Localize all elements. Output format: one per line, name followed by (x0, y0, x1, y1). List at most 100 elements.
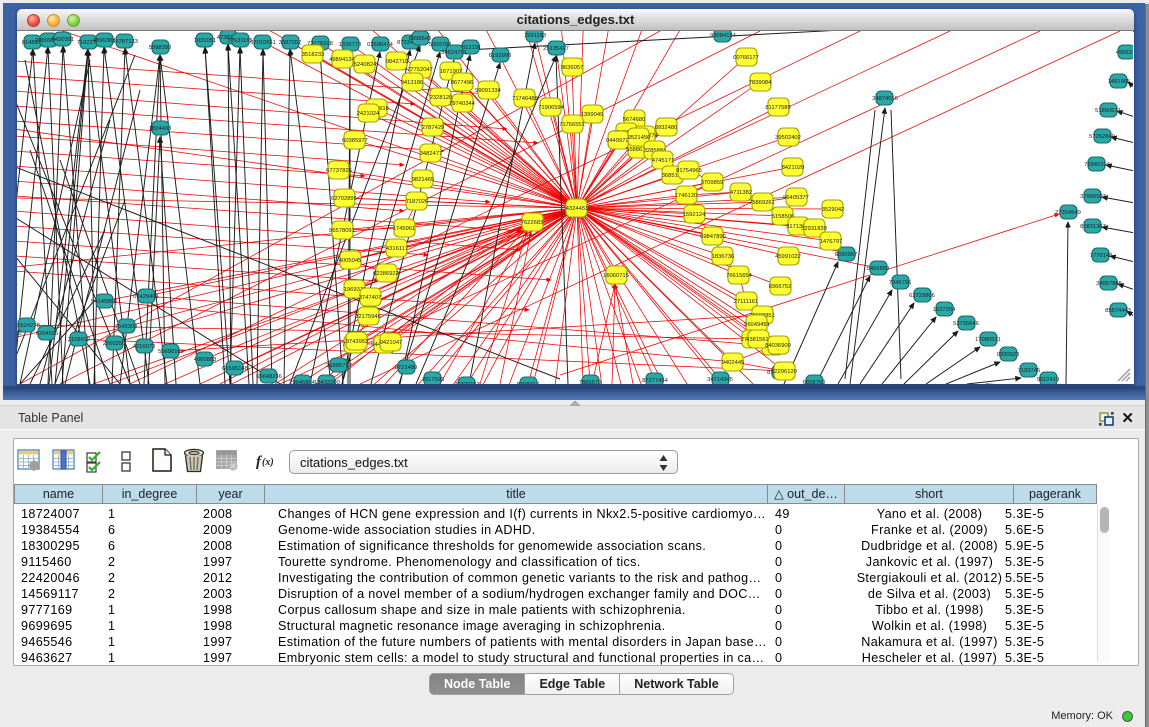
svg-text:86578091: 86578091 (329, 228, 355, 234)
svg-text:5430391: 5430391 (52, 37, 75, 43)
svg-text:7543303: 7543303 (115, 324, 138, 330)
svg-text:17080531: 17080531 (975, 337, 1001, 343)
svg-text:87277434: 87277434 (642, 378, 669, 384)
svg-text:8721489: 8721489 (395, 365, 418, 371)
svg-text:1836736: 1836736 (712, 254, 735, 260)
svg-text:76320163: 76320163 (454, 382, 480, 384)
svg-text:56049451: 56049451 (744, 322, 770, 328)
svg-text:8677496: 8677496 (451, 80, 474, 86)
svg-text:81754965: 81754965 (676, 168, 702, 174)
svg-text:8421020: 8421020 (782, 165, 805, 171)
svg-text:45991022: 45991022 (775, 254, 801, 260)
svg-text:81177589: 81177589 (765, 105, 790, 111)
svg-text:1746120: 1746120 (675, 193, 698, 199)
svg-text:3747407: 3747407 (359, 295, 382, 301)
svg-text:69847896: 69847896 (700, 234, 726, 240)
svg-text:32931839: 32931839 (801, 226, 827, 232)
svg-text:6193990: 6193990 (489, 53, 512, 59)
svg-text:2421024: 2421024 (357, 111, 380, 117)
svg-text:1399049: 1399049 (581, 112, 604, 118)
svg-text:4966319: 4966319 (1116, 50, 1133, 56)
svg-text:7187026: 7187026 (406, 199, 429, 205)
svg-text:7193745: 7193745 (1018, 368, 1041, 374)
svg-text:4745171: 4745171 (652, 158, 675, 164)
svg-text:34624751: 34624751 (441, 50, 467, 56)
svg-text:6204505: 6204505 (36, 331, 59, 337)
svg-text:65648236: 65648236 (256, 374, 282, 380)
svg-text:84036900: 84036900 (765, 343, 791, 349)
svg-text:9821465: 9821465 (412, 177, 435, 183)
svg-text:1824493: 1824493 (149, 126, 172, 132)
svg-text:00766177: 00766177 (733, 55, 759, 61)
svg-text:0842710: 0842710 (386, 59, 409, 65)
svg-text:57262849: 57262849 (1089, 134, 1115, 140)
svg-text:1476797: 1476797 (820, 239, 843, 245)
svg-text:34874016: 34874016 (872, 96, 898, 102)
svg-text:80831367: 80831367 (1080, 224, 1106, 230)
svg-text:62729806: 62729806 (909, 293, 935, 299)
svg-text:60385977: 60385977 (342, 138, 368, 144)
svg-text:4711382: 4711382 (730, 190, 752, 196)
svg-text:76615654: 76615654 (726, 273, 753, 279)
svg-text:34714345: 34714345 (707, 377, 733, 383)
svg-text:2787429: 2787429 (422, 125, 445, 131)
svg-text:02606474: 02606474 (367, 42, 394, 48)
svg-text:7889579: 7889579 (579, 380, 602, 384)
svg-text:02296120: 02296120 (771, 369, 797, 375)
svg-text:62386922: 62386922 (373, 271, 399, 277)
svg-text:96405377: 96405377 (783, 195, 809, 201)
svg-text:49894134: 49894134 (329, 57, 356, 63)
svg-text:5674680: 5674680 (623, 117, 646, 123)
svg-text:27111161: 27111161 (734, 299, 759, 305)
svg-text:3709859: 3709859 (701, 180, 724, 186)
svg-text:9413186: 9413186 (401, 80, 424, 86)
svg-text:7917693: 7917693 (422, 377, 445, 383)
svg-text:3482477: 3482477 (420, 151, 443, 157)
svg-text:5098393: 5098393 (149, 45, 172, 51)
svg-text:9636057: 9636057 (561, 65, 584, 71)
svg-text:37996507: 37996507 (1080, 194, 1106, 200)
svg-text:6690967: 6690967 (835, 252, 858, 258)
svg-text:3518233: 3518233 (302, 52, 325, 58)
svg-text:16060715: 16060715 (603, 273, 629, 279)
svg-text:4060883: 4060883 (194, 357, 217, 363)
svg-text:9743953: 9743953 (346, 339, 369, 345)
svg-text:67737826: 67737826 (326, 168, 352, 174)
svg-text:53755646: 53755646 (953, 321, 979, 327)
svg-text:1491905: 1491905 (1108, 79, 1131, 85)
svg-text:29946804: 29946804 (289, 380, 316, 384)
svg-text:3529042: 3529042 (822, 207, 845, 213)
svg-text:71756551: 71756551 (559, 122, 585, 128)
svg-text:62702895: 62702895 (331, 196, 357, 202)
svg-text:1326773: 1326773 (339, 42, 362, 48)
svg-text:1627204: 1627204 (933, 307, 956, 313)
svg-text:5240824: 5240824 (354, 62, 377, 68)
svg-text:67010651: 67010651 (250, 40, 276, 46)
svg-text:77752047: 77752047 (407, 67, 433, 73)
svg-text:7839084: 7839084 (749, 80, 772, 86)
svg-text:27354549: 27354549 (1055, 210, 1081, 216)
svg-text:(x): (x) (262, 457, 274, 468)
svg-text:9912419: 9912419 (1037, 377, 1060, 383)
svg-text:1592124: 1592124 (683, 212, 706, 218)
svg-text:0330923: 0330923 (997, 352, 1020, 358)
svg-text:4005045: 4005045 (339, 258, 362, 264)
svg-text:8708317: 8708317 (517, 382, 540, 384)
svg-text:5466889: 5466889 (867, 266, 890, 272)
svg-text:3158692: 3158692 (68, 337, 91, 343)
svg-text:36995777: 36995777 (326, 363, 352, 369)
svg-text:71746488: 71746488 (512, 96, 538, 102)
svg-text:1031051: 1031051 (194, 38, 217, 44)
svg-text:4316117: 4316117 (386, 246, 408, 252)
svg-text:6658760: 6658760 (803, 380, 826, 384)
svg-text:76945314: 76945314 (1084, 162, 1111, 168)
svg-text:4324451: 4324451 (566, 206, 589, 212)
svg-text:7622683: 7622683 (521, 220, 544, 226)
svg-text:54145868: 54145868 (91, 299, 117, 305)
svg-text:98084124: 98084124 (710, 33, 737, 39)
svg-text:82175946: 82175946 (355, 314, 381, 320)
svg-text:13433200: 13433200 (314, 380, 340, 384)
svg-text:34957885: 34957885 (1096, 281, 1122, 287)
svg-text:6998543: 6998543 (409, 36, 432, 42)
svg-text:7346706: 7346706 (889, 280, 912, 286)
